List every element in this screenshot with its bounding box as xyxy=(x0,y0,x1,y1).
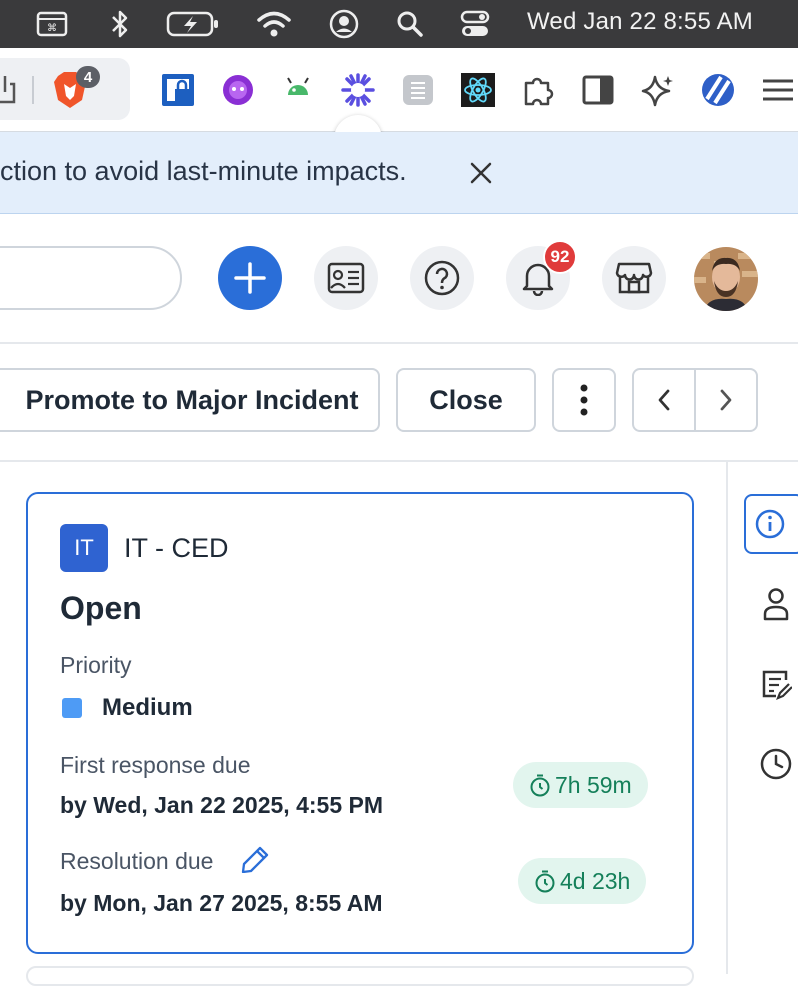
svg-text:⌘: ⌘ xyxy=(47,23,57,34)
extensions-puzzle-icon[interactable] xyxy=(520,72,556,108)
notification-count-badge: 92 xyxy=(543,240,577,274)
ticket-status[interactable]: Open xyxy=(60,590,142,627)
sidebar-toggle-icon[interactable] xyxy=(580,72,616,108)
banner-text: ction to avoid last-minute impacts. xyxy=(0,156,407,186)
rail-tab-info[interactable] xyxy=(744,494,798,554)
battery-charging-icon[interactable] xyxy=(166,8,220,40)
help-icon xyxy=(424,260,460,296)
user-avatar[interactable] xyxy=(694,247,758,311)
first-response-sla-timer: 7h 59m xyxy=(513,762,648,808)
next-ticket-button[interactable] xyxy=(696,370,756,430)
info-icon xyxy=(755,509,785,539)
leo-ai-icon[interactable] xyxy=(640,72,676,108)
contact-card-icon xyxy=(327,262,365,294)
android-bug-icon[interactable] xyxy=(280,72,316,108)
bitwarden-icon[interactable] xyxy=(160,72,196,108)
person-icon xyxy=(763,588,789,621)
global-search-input[interactable] xyxy=(0,246,182,310)
timer-icon xyxy=(535,870,555,893)
rail-tab-notes[interactable] xyxy=(758,666,794,702)
resolution-sla-timer: 4d 23h xyxy=(518,858,647,904)
first-response-remaining: 7h 59m xyxy=(555,771,632,798)
ticket-pager xyxy=(632,368,758,432)
banner-close-icon[interactable] xyxy=(466,158,496,188)
team-avatar: IT xyxy=(60,524,108,572)
promote-major-incident-button[interactable]: Promote to Major Incident xyxy=(0,368,380,432)
menu-icon[interactable] xyxy=(760,72,796,108)
wifi-icon[interactable] xyxy=(256,8,292,40)
asterisk-extension-icon[interactable] xyxy=(340,72,376,108)
rail-tab-history[interactable] xyxy=(758,746,794,782)
info-banner: ction to avoid last-minute impacts. xyxy=(0,132,798,214)
close-ticket-button[interactable]: Close xyxy=(396,368,536,432)
timer-icon xyxy=(530,774,550,797)
share-icon[interactable] xyxy=(0,74,16,104)
chevron-left-icon xyxy=(658,389,670,411)
keyboard-viewer-icon[interactable]: ⌘ xyxy=(34,8,70,40)
more-vertical-icon xyxy=(580,384,588,416)
priority-value[interactable]: Medium xyxy=(102,694,193,722)
user-account-icon[interactable] xyxy=(328,8,360,40)
priority-label: Priority xyxy=(60,652,132,678)
reader-icon[interactable] xyxy=(400,72,436,108)
browser-toolbar: 4 2 xyxy=(0,48,798,164)
macos-menu-bar: ⌘ Wed Jan 22 8:55 AM xyxy=(0,0,798,48)
stripes-extension-icon[interactable] xyxy=(700,72,736,108)
team-name[interactable]: IT - CED xyxy=(124,533,229,564)
chevron-right-icon xyxy=(720,389,732,411)
store-icon xyxy=(615,262,653,294)
clock-icon xyxy=(760,748,792,780)
next-section-card xyxy=(26,966,694,986)
edit-pencil-icon[interactable] xyxy=(240,845,270,873)
brave-badge: 4 xyxy=(76,66,100,88)
resolution-label: Resolution due xyxy=(60,848,214,874)
first-response-due-date: by Wed, Jan 22 2025, 4:55 PM xyxy=(60,792,384,818)
more-actions-button[interactable] xyxy=(552,368,616,432)
previous-ticket-button[interactable] xyxy=(634,370,694,430)
marketplace-button[interactable] xyxy=(602,246,666,310)
resolution-remaining: 4d 23h xyxy=(560,867,631,894)
help-button[interactable] xyxy=(410,246,474,310)
notes-edit-icon xyxy=(762,670,792,700)
control-center-icon[interactable] xyxy=(460,8,490,40)
priority-color-swatch xyxy=(62,698,82,718)
bluetooth-icon[interactable] xyxy=(106,8,134,40)
address-divider xyxy=(32,76,34,104)
plus-icon xyxy=(234,262,266,294)
first-response-label: First response due xyxy=(60,752,251,778)
resolution-due-date: by Mon, Jan 27 2025, 8:55 AM xyxy=(60,890,383,916)
spotlight-search-icon[interactable] xyxy=(396,8,424,40)
ai-assistant-icon[interactable] xyxy=(220,72,256,108)
menubar-clock[interactable]: Wed Jan 22 8:55 AM xyxy=(527,8,753,36)
rail-tab-contact[interactable] xyxy=(758,586,794,622)
contact-card-button[interactable] xyxy=(314,246,378,310)
react-devtools-icon[interactable] xyxy=(460,72,496,108)
create-new-button[interactable] xyxy=(218,246,282,310)
